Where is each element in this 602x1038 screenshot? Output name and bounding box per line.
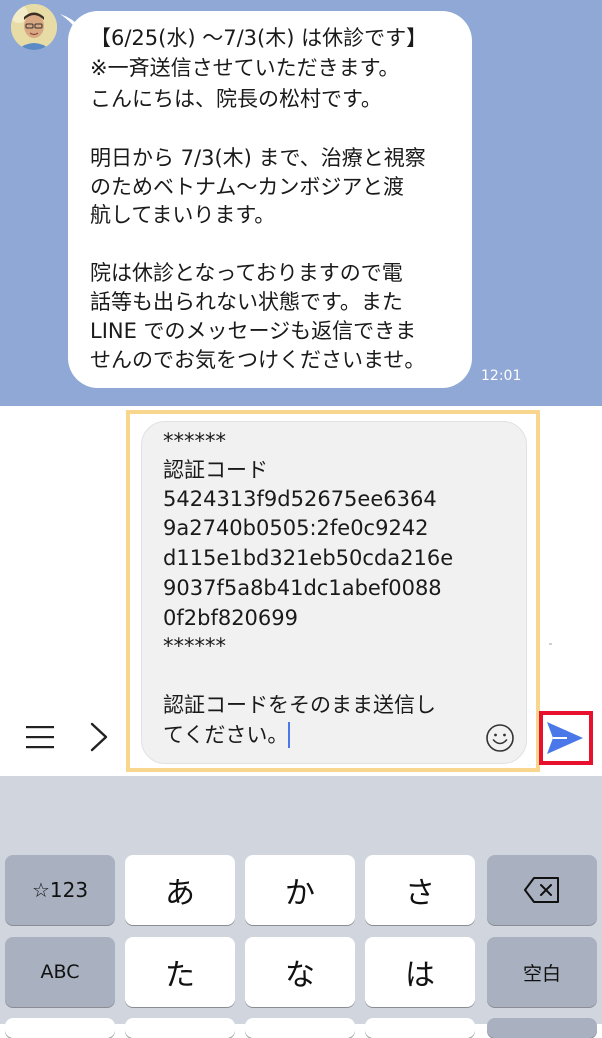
input-line: d115e1bd321eb50cda216e [163, 546, 454, 570]
message-line: 院は休診となっておりますので電 [90, 261, 403, 285]
key-ha[interactable]: は [365, 937, 475, 1007]
key-label: あ [165, 876, 195, 911]
chevron-right-icon[interactable] [84, 720, 114, 754]
message-line: 話等も出られない状態です。また [90, 290, 403, 314]
key-a[interactable]: あ [125, 855, 235, 925]
input-line: 認証コード [163, 458, 268, 482]
input-line: ****** [163, 634, 226, 658]
key-label: ☆123 [31, 878, 89, 902]
backspace-key[interactable] [487, 855, 597, 925]
key-label: 空白 [522, 962, 561, 985]
message-time: 12:01 [481, 368, 522, 384]
message-line: のためベトナム～カンボジアと渡 [90, 175, 404, 199]
key-label: ABC [40, 961, 80, 983]
input-line: ****** [163, 429, 226, 453]
input-line: 9a2740b0505:2fe0c9242 [163, 516, 429, 540]
menu-icon[interactable] [24, 722, 58, 752]
key-ka[interactable]: か [245, 855, 355, 925]
text-caret [288, 722, 290, 748]
message-line: 航してまいります。 [90, 203, 276, 227]
key-sa[interactable]: さ [365, 855, 475, 925]
key-label: か [285, 876, 315, 911]
key-row3[interactable] [245, 1018, 355, 1038]
message-line: 【6/25(水) ～7/3(木) は休診です】 [90, 26, 428, 50]
key-row3[interactable] [125, 1018, 235, 1038]
message-line: せんのでお気をつけくださいませ。 [90, 348, 426, 372]
avatar[interactable] [11, 4, 57, 50]
send-icon[interactable] [545, 719, 585, 757]
input-line: 認証コードをそのまま送信し [163, 693, 436, 717]
input-line: 9037f5a8b41dc1abef0088 [163, 576, 442, 600]
input-line: 5424313f9d52675ee6364 [163, 487, 437, 511]
backspace-icon [524, 877, 559, 903]
key-label: さ [405, 876, 435, 911]
chat-area[interactable]: 【6/25(水) ～7/3(木) は休診です】 ※一斉送信させていただきます。 … [0, 0, 602, 406]
key-row3[interactable] [365, 1018, 475, 1038]
emoji-icon[interactable] [485, 723, 515, 753]
space-key[interactable]: 空白 [487, 937, 597, 1007]
input-line: てください。 [163, 723, 289, 747]
message-line: LINE でのメッセージも返信できま [90, 319, 417, 343]
message-line: ※一斉送信させていただきます。 [90, 56, 400, 80]
key-label: は [405, 958, 435, 993]
key-row3[interactable] [5, 1018, 115, 1038]
key-label: な [285, 958, 315, 993]
input-line: 0f2bf820699 [163, 606, 299, 630]
message-line: 明日から 7/3(木) まで、治療と視察 [90, 146, 426, 170]
key-label: た [165, 958, 195, 993]
key-abc[interactable]: ABC [5, 937, 115, 1007]
divider-dot [549, 643, 552, 645]
key-symbols[interactable]: ☆123 [5, 855, 115, 925]
message-line: こんにちは、院長の松村です。 [90, 87, 382, 111]
avatar-image [11, 4, 57, 50]
key-ta[interactable]: た [125, 937, 235, 1007]
key-row3[interactable] [487, 1018, 597, 1038]
key-na[interactable]: な [245, 937, 355, 1007]
